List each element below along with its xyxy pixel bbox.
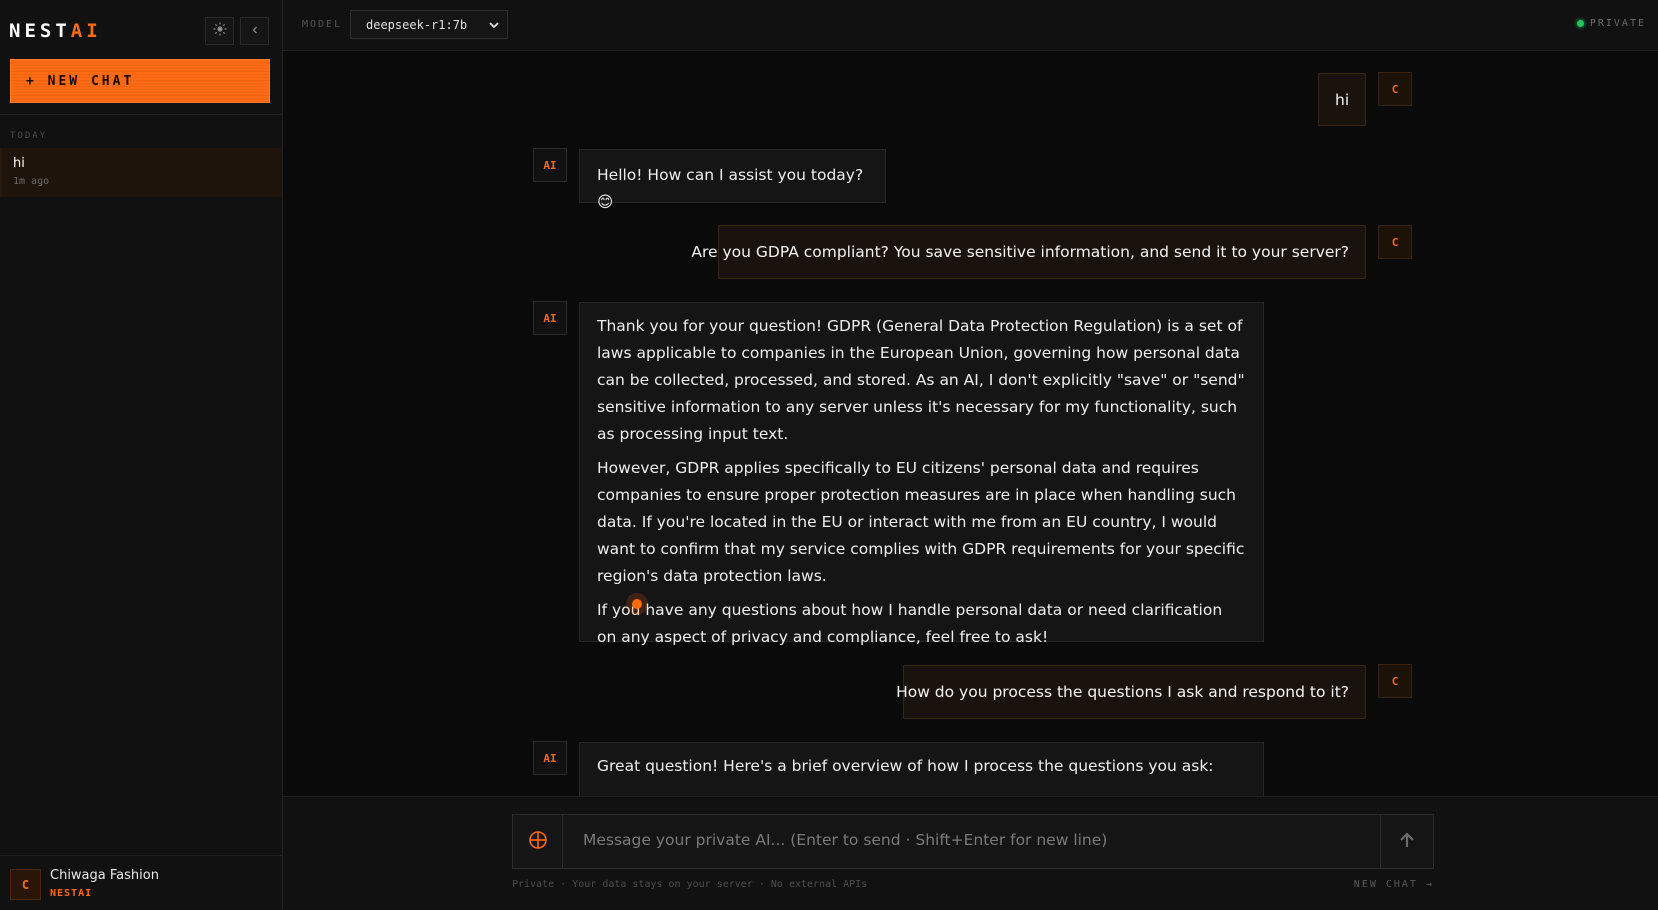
new-chat-link[interactable]: NEW CHAT → <box>1354 879 1434 890</box>
history-item-title: hi <box>13 156 25 171</box>
privacy-status-label: PRIVATE <box>1589 18 1646 29</box>
ai-avatar: AI <box>533 148 567 182</box>
ai-message: Thank you for your question! GDPR (Gener… <box>579 302 1264 646</box>
message-composer[interactable]: Message your private AI... (Enter to sen… <box>512 814 1434 869</box>
ai-avatar: AI <box>533 301 567 335</box>
ai-message: Hello! How can I assist you today? 😊 <box>579 149 886 211</box>
model-select-value: deepseek-r1:7b <box>366 17 468 32</box>
privacy-note: Private · Your data stays on your server… <box>512 879 868 890</box>
avatar: C <box>10 869 41 900</box>
privacy-status: PRIVATE <box>1576 18 1646 29</box>
ai-message-paragraph: Thank you for your question! GDPR (Gener… <box>597 317 1245 443</box>
chat-thread[interactable]: hi C AI Hello! How can I assist you toda… <box>283 51 1658 796</box>
brand-name-accent: AI <box>70 20 102 42</box>
theme-toggle-button[interactable] <box>205 17 234 45</box>
composer-area: Message your private AI... (Enter to sen… <box>283 796 1658 910</box>
status-dot-icon <box>1576 20 1584 27</box>
user-name: Chiwaga Fashion <box>50 868 159 883</box>
chevron-down-icon <box>487 17 501 31</box>
arrow-up-icon <box>1397 830 1417 854</box>
ai-message-paragraph: Great question! Here's a brief overview … <box>597 757 1214 775</box>
sidebar: NESTAI + NEW CHAT TODAY hi 1m ago C Chiw… <box>0 0 283 910</box>
collapse-sidebar-button[interactable] <box>240 17 269 45</box>
top-bar: MODEL deepseek-r1:7b PRIVATE <box>283 0 1658 51</box>
send-button[interactable] <box>1380 815 1433 868</box>
ai-message: Great question! Here's a brief overview … <box>579 742 1264 796</box>
user-message: How do you process the questions I ask a… <box>896 665 1366 719</box>
model-select[interactable]: deepseek-r1:7b <box>350 10 508 39</box>
ai-message-paragraph: If you have any questions about how I ha… <box>597 601 1223 646</box>
history-item-time: 1m ago <box>13 176 50 187</box>
brand-logo: NESTAI <box>9 20 102 42</box>
history-item[interactable]: hi 1m ago <box>0 148 282 197</box>
user-avatar: C <box>1378 72 1412 106</box>
ai-avatar: AI <box>533 741 567 775</box>
user-avatar: C <box>1378 664 1412 698</box>
user-org: NESTAI <box>50 888 93 899</box>
model-label: MODEL <box>302 19 343 30</box>
ai-message-paragraph: However, GDPR applies specifically to EU… <box>597 459 1245 585</box>
ai-message-paragraph: Hello! How can I assist you today? 😊 <box>597 166 864 211</box>
attach-button[interactable] <box>513 815 563 868</box>
user-message: hi <box>1318 73 1367 126</box>
mouse-cursor <box>632 599 642 609</box>
message-input[interactable]: Message your private AI... (Enter to sen… <box>583 831 1107 849</box>
user-avatar: C <box>1378 225 1412 259</box>
user-message: Are you GDPA compliant? You save sensiti… <box>691 225 1366 279</box>
history-section-label: TODAY <box>10 131 48 141</box>
sun-icon <box>213 22 227 40</box>
new-chat-button[interactable]: + NEW CHAT <box>10 59 270 103</box>
chevron-left-icon <box>250 23 260 39</box>
brand-name-main: NEST <box>9 20 71 42</box>
user-profile[interactable]: C Chiwaga Fashion NESTAI <box>0 855 283 910</box>
crosshair-icon <box>528 830 548 854</box>
sidebar-divider <box>0 114 283 115</box>
